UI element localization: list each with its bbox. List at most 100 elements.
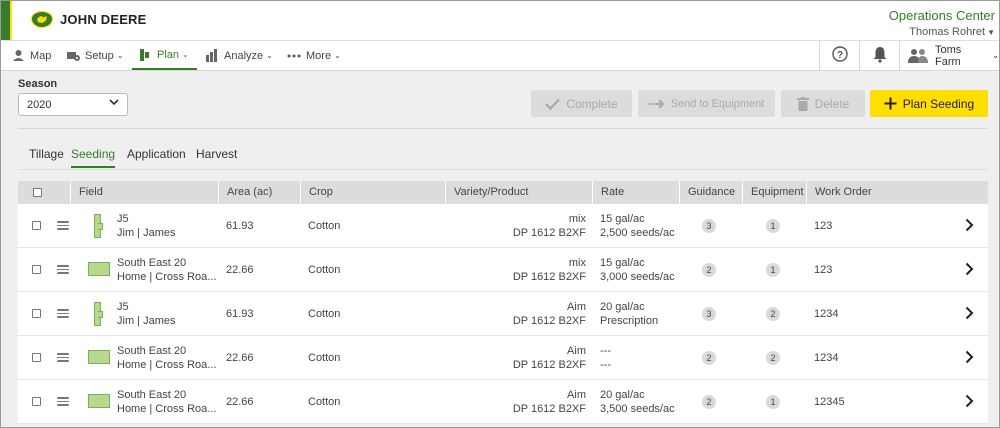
drag-handle-icon[interactable]: [57, 353, 69, 363]
chevron-right-icon[interactable]: [964, 262, 974, 276]
org-name: Toms Farm: [935, 43, 962, 68]
app-title: Operations Center: [888, 8, 995, 23]
guidance-count-badge[interactable]: 2: [702, 351, 716, 365]
equipment-count-badge[interactable]: 2: [766, 351, 780, 365]
nav-item-setup[interactable]: Setup ⌄: [66, 41, 123, 70]
rate-seed: Prescription: [600, 315, 659, 327]
area-value: 61.93: [226, 220, 254, 232]
user-menu[interactable]: Thomas Rohret ▼: [889, 26, 995, 38]
rate-cell: 15 gal/ac 3,000 seeds/ac: [600, 256, 675, 284]
brand-stripe-yellow: [10, 1, 12, 40]
variety-product: mix: [568, 257, 586, 269]
field-name-cell[interactable]: South East 20 Home | Cross Roa...: [117, 344, 216, 372]
column-header[interactable]: Rate: [592, 181, 679, 204]
equipment-count-badge[interactable]: 1: [766, 395, 780, 409]
field-boundary-thumbnail: [88, 394, 110, 408]
field-boundary-thumbnail: [93, 214, 103, 238]
complete-button[interactable]: Complete: [531, 90, 632, 117]
table-row[interactable]: J5 Jim | James 61.93 Cotton mix DP 1612 …: [18, 204, 988, 248]
nav-item-plan[interactable]: Plan ⌄: [132, 41, 197, 70]
row-checkbox[interactable]: [32, 221, 41, 230]
select-all-checkbox[interactable]: [33, 188, 42, 197]
field-name-cell[interactable]: South East 20 Home | Cross Roa...: [117, 256, 216, 284]
table-row[interactable]: South East 20 Home | Cross Roa... 22.66 …: [18, 380, 988, 424]
variety-product: Aim: [567, 345, 586, 357]
season-value: 2020: [27, 99, 52, 111]
plan-seeding-button[interactable]: Plan Seeding: [870, 90, 988, 117]
guidance-count-badge[interactable]: 3: [702, 307, 716, 321]
field-name-cell[interactable]: J5 Jim | James: [117, 300, 175, 328]
column-header[interactable]: Variety/Product: [445, 181, 592, 204]
guidance-count-badge[interactable]: 2: [702, 395, 716, 409]
table-row[interactable]: South East 20 Home | Cross Roa... 22.66 …: [18, 248, 988, 292]
tab-seeding[interactable]: Seeding: [71, 147, 116, 168]
nav-item-analyze[interactable]: Analyze ⌄: [205, 41, 273, 70]
organization-menu[interactable]: Toms Farm ⌄: [899, 41, 999, 70]
nav-item-more[interactable]: More ⌄: [287, 41, 341, 70]
row-checkbox[interactable]: [32, 397, 41, 406]
nav-label: Map: [30, 49, 52, 62]
field-name-cell[interactable]: South East 20 Home | Cross Roa...: [117, 388, 216, 416]
drag-handle-icon[interactable]: [57, 265, 69, 275]
variety-cell: mix DP 1612 B2XF: [445, 212, 586, 240]
guidance-count-badge[interactable]: 3: [702, 219, 716, 233]
chevron-right-icon[interactable]: [964, 350, 974, 364]
guidance-count-badge[interactable]: 2: [702, 263, 716, 277]
variety-cell: mix DP 1612 B2XF: [445, 256, 586, 284]
bell-icon: [872, 46, 888, 66]
column-header[interactable]: Area (ac): [218, 181, 300, 204]
column-header[interactable]: Work Order: [806, 181, 988, 204]
variety-name: DP 1612 B2XF: [512, 315, 586, 327]
toolbar-divider: [18, 128, 988, 129]
drag-handle-icon[interactable]: [57, 221, 69, 231]
chevron-right-icon[interactable]: [964, 218, 974, 232]
table-row[interactable]: J5 Jim | James 61.93 Cotton Aim DP 1612 …: [18, 292, 988, 336]
main-nav: Map Setup ⌄ Plan ⌄ Analyze ⌄ More ⌄ ? To…: [1, 41, 999, 71]
drag-handle-icon[interactable]: [57, 309, 69, 319]
row-checkbox[interactable]: [32, 309, 41, 318]
row-checkbox[interactable]: [32, 353, 41, 362]
chevron-right-icon[interactable]: [964, 306, 974, 320]
area-value: 22.66: [226, 264, 254, 276]
field-location: Jim | James: [117, 315, 176, 327]
user-name: Thomas Rohret: [909, 26, 986, 38]
table-row[interactable]: South East 20 Home | Cross Roa... 22.66 …: [18, 336, 988, 380]
column-header[interactable]: Equipment: [742, 181, 806, 204]
notifications-button[interactable]: [859, 41, 899, 70]
variety-product: Aim: [567, 301, 586, 313]
tab-harvest[interactable]: Harvest: [196, 147, 237, 166]
field-name: South East 20: [117, 389, 187, 401]
delete-label: Delete: [814, 96, 850, 111]
tab-application[interactable]: Application: [127, 147, 186, 166]
equipment-count-badge[interactable]: 1: [766, 263, 780, 277]
equipment-count-badge[interactable]: 2: [766, 307, 780, 321]
row-checkbox[interactable]: [32, 265, 41, 274]
field-name-cell[interactable]: J5 Jim | James: [117, 212, 175, 240]
send-to-equipment-button[interactable]: Send to Equipment: [638, 90, 775, 117]
chevron-right-icon[interactable]: [964, 394, 974, 408]
column-header[interactable]: Field: [70, 181, 218, 204]
variety-product: mix: [568, 213, 586, 225]
column-header[interactable]: Guidance: [679, 181, 742, 204]
checkmark-icon: [545, 98, 561, 110]
field-shape-icon: [88, 394, 110, 408]
john-deere-logo[interactable]: JOHN DEERE: [31, 11, 147, 28]
plus-icon: [884, 97, 897, 110]
drag-handle-icon[interactable]: [57, 397, 69, 407]
nav-item-map[interactable]: Map: [11, 41, 51, 70]
send-arrow-icon: [648, 98, 665, 109]
area-value: 61.93: [226, 308, 254, 320]
equipment-count-badge[interactable]: 1: [766, 219, 780, 233]
column-header[interactable]: Crop: [300, 181, 445, 204]
help-button[interactable]: ?: [819, 41, 859, 70]
work-order-value: 123: [814, 264, 833, 276]
season-select[interactable]: 2020: [18, 93, 128, 116]
delete-button[interactable]: Delete: [781, 90, 865, 117]
more-dots-icon: [287, 49, 301, 63]
complete-label: Complete: [566, 96, 618, 111]
tab-tillage[interactable]: Tillage: [29, 147, 64, 166]
chevron-down-icon: ⌄: [116, 51, 124, 60]
map-pin-icon: [11, 49, 25, 63]
rate-seed: 3,000 seeds/ac: [600, 271, 675, 283]
variety-name: DP 1612 B2XF: [512, 227, 586, 239]
